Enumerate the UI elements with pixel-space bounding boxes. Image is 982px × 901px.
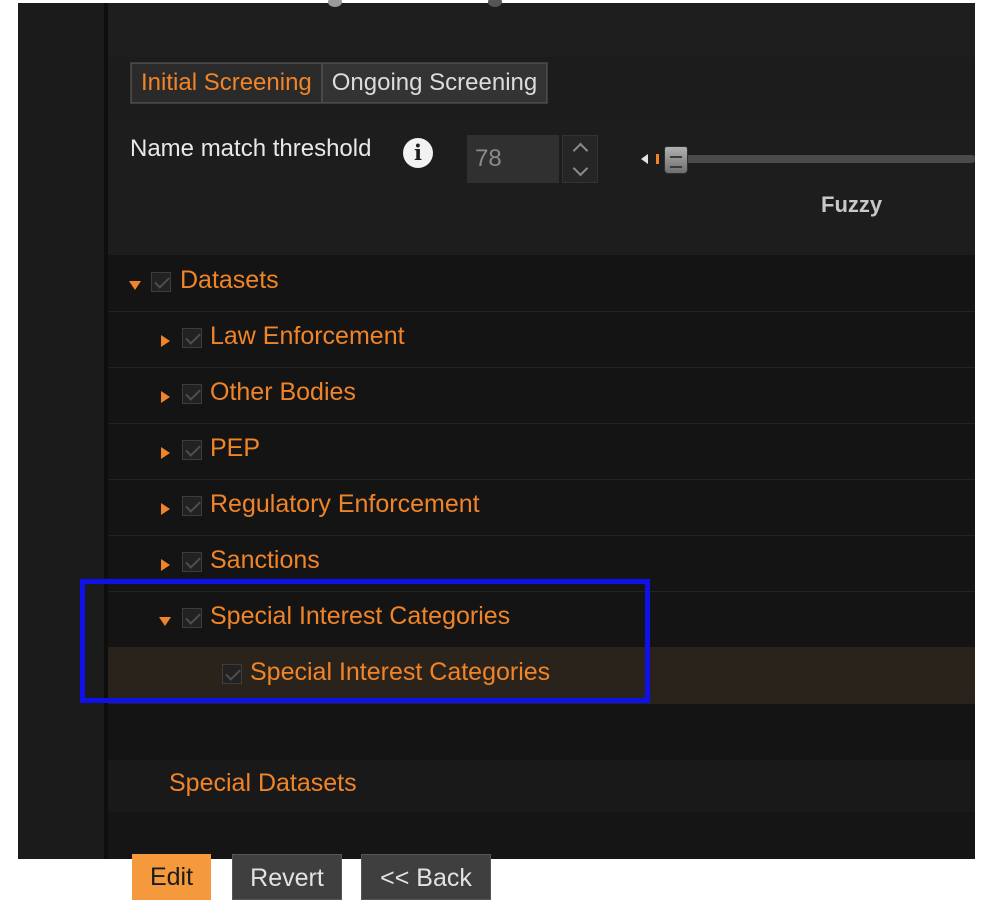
chevron-up-icon	[572, 142, 588, 158]
tree-checkbox[interactable]	[182, 328, 202, 348]
tab-ongoing-screening[interactable]: Ongoing Screening	[321, 63, 548, 103]
threshold-slider-thumb[interactable]	[664, 146, 688, 174]
screening-panel: Initial Screening Ongoing Screening Name…	[108, 57, 975, 900]
app-frame: Initial Screening Ongoing Screening Name…	[18, 0, 975, 900]
stepper-down-button[interactable]	[563, 159, 597, 182]
expanded-caret-icon[interactable]	[129, 281, 141, 290]
tree-label: PEP	[210, 434, 261, 462]
chevron-down-icon	[572, 160, 588, 176]
collapsed-caret-icon[interactable]	[161, 559, 170, 571]
tree-row-law-enforcement[interactable]: Law Enforcement	[108, 311, 975, 368]
collapsed-caret-icon[interactable]	[161, 391, 170, 403]
info-icon[interactable]: i	[403, 138, 433, 168]
footer-actions: Edit Revert << Back	[108, 812, 975, 900]
tree-row-other-bodies[interactable]: Other Bodies	[108, 367, 975, 424]
left-sidebar	[18, 3, 104, 859]
slider-left-arrow-icon[interactable]	[641, 154, 648, 164]
tab-initial-screening[interactable]: Initial Screening	[131, 63, 322, 103]
stepper-up-button[interactable]	[563, 136, 597, 159]
tree-checkbox[interactable]	[182, 440, 202, 460]
tree-checkbox[interactable]	[182, 496, 202, 516]
revert-button[interactable]: Revert	[232, 854, 342, 900]
tree-label: Datasets	[180, 266, 279, 294]
datasets-checkbox[interactable]	[151, 272, 171, 292]
annotation-highlight-box	[80, 579, 650, 703]
collapsed-caret-icon[interactable]	[161, 335, 170, 347]
tree-row-regulatory-enforcement[interactable]: Regulatory Enforcement	[108, 479, 975, 536]
threshold-label: Name match threshold	[130, 135, 372, 162]
tree-row-datasets[interactable]: Datasets	[108, 255, 975, 312]
threshold-input[interactable]: 78	[467, 135, 559, 183]
top-bar	[108, 0, 975, 57]
tree-label: Other Bodies	[210, 378, 356, 406]
slider-level-label: Fuzzy	[821, 192, 883, 217]
special-datasets-label: Special Datasets	[169, 769, 357, 797]
tree-checkbox[interactable]	[182, 384, 202, 404]
screening-tabs: Initial Screening Ongoing Screening	[130, 62, 549, 104]
tree-row-pep[interactable]: PEP	[108, 423, 975, 480]
top-indicator-dot	[488, 0, 502, 7]
threshold-slider-track[interactable]	[664, 155, 975, 163]
back-button[interactable]: << Back	[361, 854, 491, 900]
tree-label: Sanctions	[210, 546, 320, 574]
top-indicator-dot	[328, 0, 342, 7]
collapsed-caret-icon[interactable]	[161, 503, 170, 515]
special-datasets-section: Special Datasets	[108, 760, 975, 812]
tree-checkbox[interactable]	[182, 552, 202, 572]
tree-label: Law Enforcement	[210, 322, 405, 350]
collapsed-caret-icon[interactable]	[161, 447, 170, 459]
edit-button[interactable]: Edit	[132, 854, 211, 900]
tree-label: Regulatory Enforcement	[210, 490, 480, 518]
slider-tick-mark	[656, 154, 659, 164]
threshold-stepper[interactable]	[562, 135, 598, 183]
